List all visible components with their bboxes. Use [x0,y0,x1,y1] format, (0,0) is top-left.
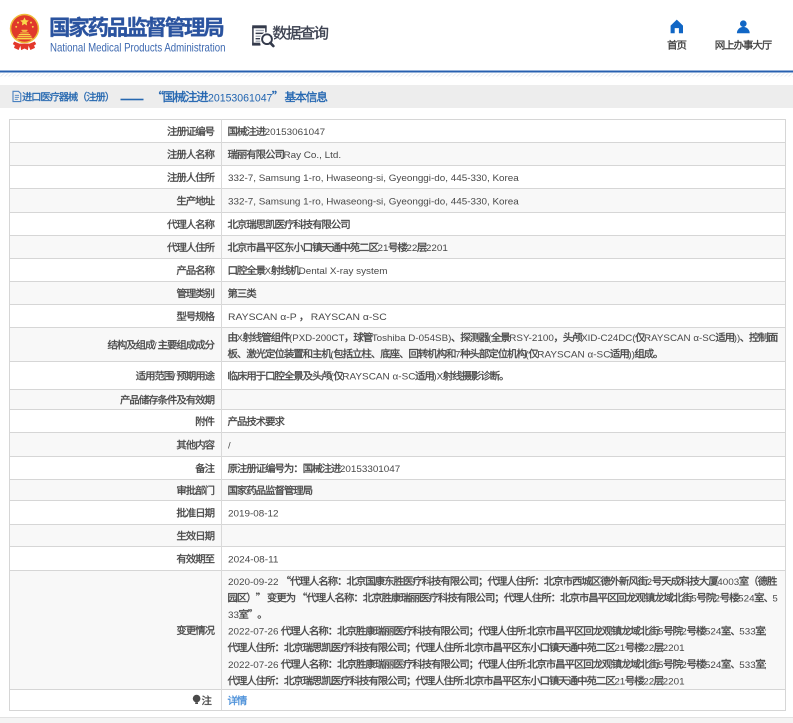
svg-text:2024-08-11: 2024-08-11 [228,554,278,565]
svg-text:5: 5 [658,626,663,637]
svg-text:5: 5 [691,592,696,603]
svg-text:RSY-2100: RSY-2100 [509,332,554,343]
svg-text::: : [525,626,528,637]
svg-text:(PXD-200CT: (PXD-200CT [289,332,345,343]
svg-text:4003: 4003 [717,576,739,587]
svg-text:Ray Co., Ltd.: Ray Co., Ltd. [284,149,342,160]
svg-text:20153301047: 20153301047 [340,463,400,474]
svg-text:5: 5 [773,592,778,603]
svg-text:524: 524 [705,626,721,637]
svg-text:20153061047: 20153061047 [265,126,325,137]
svg-text:/: / [154,340,157,351]
svg-text:/: / [228,440,231,451]
svg-text:RAYSCAN α-SC: RAYSCAN α-SC [342,371,415,382]
svg-text:XID-C24DC(: XID-C24DC( [581,332,636,343]
svg-text:524: 524 [738,592,754,603]
svg-text:22: 22 [643,675,654,686]
svg-text:RAYSCAN α-SC: RAYSCAN α-SC [308,311,387,322]
svg-text:2: 2 [715,592,720,603]
svg-text::: : [525,659,528,670]
svg-text:;: ; [764,659,767,670]
svg-text:533: 533 [739,659,755,670]
svg-text:533: 533 [739,626,755,637]
svg-text:524: 524 [705,659,721,670]
svg-text:33: 33 [228,609,239,620]
svg-text:2201: 2201 [426,242,448,253]
svg-text:;: ; [764,626,767,637]
svg-text:2201: 2201 [663,675,685,686]
svg-text:2022-07-26: 2022-07-26 [228,626,281,637]
svg-text:/: / [173,371,176,382]
svg-text:RAYSCAN α-SC: RAYSCAN α-SC [537,348,610,359]
svg-text:332-7, Samsung 1-ro, Hwaseong-: 332-7, Samsung 1-ro, Hwaseong-si, Gyeong… [228,196,520,207]
svg-text:National Medical Products Admi: National Medical Products Administration [50,41,226,55]
svg-text:2022-07-26: 2022-07-26 [228,659,281,670]
svg-text:)X: )X [433,371,444,382]
svg-text:Dental X-ray system: Dental X-ray system [299,265,388,276]
svg-text:2: 2 [682,659,687,670]
svg-text:2020-09-22: 2020-09-22 [228,576,281,587]
svg-text:21: 21 [378,242,389,253]
svg-text:20153061047: 20153061047 [208,92,272,104]
svg-text::: : [462,642,465,653]
svg-text:22: 22 [406,242,417,253]
svg-text:RAYSCAN α-P: RAYSCAN α-P [228,311,299,322]
svg-text:Toshiba D-054SB): Toshiba D-054SB) [372,332,452,343]
svg-text:)): )) [734,332,740,343]
svg-text:2201: 2201 [663,642,685,653]
svg-text:21: 21 [614,675,625,686]
svg-text:X: X [265,265,272,276]
svg-text:21: 21 [614,642,625,653]
svg-text:X: X [237,332,244,343]
svg-text:5: 5 [658,659,663,670]
svg-text::: : [462,675,465,686]
svg-text:2: 2 [647,576,652,587]
svg-text:332-7, Samsung 1-ro, Hwaseong-: 332-7, Samsung 1-ro, Hwaseong-si, Gyeong… [228,172,520,183]
svg-text:2019-08-12: 2019-08-12 [228,508,278,519]
svg-text:)): )) [628,348,635,359]
svg-text:7: 7 [455,348,460,359]
svg-text:22: 22 [643,642,654,653]
svg-text:2: 2 [682,626,687,637]
svg-text:RAYSCAN α-SC: RAYSCAN α-SC [644,332,716,343]
